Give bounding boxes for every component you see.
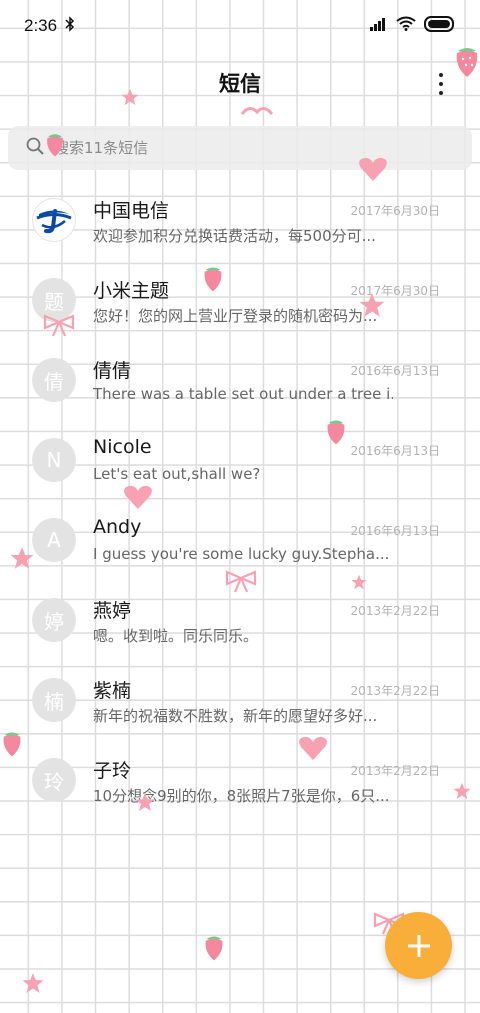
search-icon [26, 137, 44, 159]
star-icon [22, 973, 44, 993]
status-time: 2:36 [24, 16, 58, 35]
battery-icon [424, 15, 456, 37]
message-date: 2016年6月13日 [350, 444, 440, 458]
contact-name: 紫楠 [93, 680, 132, 702]
bow-icon [43, 314, 75, 337]
message-preview: 嗯。收到啦。同乐同乐。 [93, 627, 259, 645]
plus-icon [407, 934, 430, 957]
message-preview: Let's eat out,shall we? [93, 465, 261, 483]
conversation-row[interactable]: 倩 倩倩 2016年6月13日 There was a table set ou… [0, 340, 480, 420]
bow-icon [240, 107, 274, 115]
status-bar: 2:36 [0, 0, 480, 52]
contact-name: 燕婷 [93, 600, 132, 622]
contact-name: 倩倩 [93, 360, 132, 382]
star-icon [453, 782, 471, 800]
search-bar[interactable] [8, 126, 472, 170]
star-icon [121, 88, 139, 106]
avatar: N [32, 438, 76, 482]
signal-icon [370, 16, 388, 36]
status-icons [370, 15, 456, 37]
conversation-list: 中国电信 2017年6月30日 欢迎参加积分兑换话费活动，每500分可... 题… [0, 180, 480, 820]
search-input[interactable] [54, 139, 434, 157]
star-icon [359, 293, 385, 317]
message-date: 2013年2月22日 [350, 604, 440, 618]
avatar: A [32, 518, 76, 562]
avatar: 婷 [32, 598, 76, 642]
message-date: 2016年6月13日 [350, 524, 440, 538]
bluetooth-icon [65, 16, 75, 36]
message-date: 2013年2月22日 [350, 684, 440, 698]
strawberry-icon [3, 732, 21, 757]
heart-icon [299, 736, 327, 760]
contact-name: 小米主题 [93, 280, 170, 302]
message-date: 2013年2月22日 [350, 764, 440, 778]
conversation-row[interactable]: N Nicole 2016年6月13日 Let's eat out,shall … [0, 420, 480, 500]
avatar: 玲 [32, 758, 76, 802]
bow-icon [225, 570, 257, 593]
avatar: 倩 [32, 358, 76, 402]
message-preview: 新年的祝福数不胜数，新年的愿望好多好... [93, 707, 378, 725]
message-date: 2016年6月13日 [350, 364, 440, 378]
conversation-row[interactable]: A Andy 2016年6月13日 I guess you're some lu… [0, 500, 480, 580]
wifi-icon [396, 16, 416, 36]
new-message-button[interactable] [385, 912, 452, 979]
conversation-row[interactable]: 中国电信 2017年6月30日 欢迎参加积分兑换话费活动，每500分可... [0, 180, 480, 260]
contact-name: Andy [93, 516, 142, 538]
heart-icon [124, 485, 152, 509]
strawberry-icon [204, 267, 222, 292]
strawberry-icon [327, 420, 345, 445]
message-preview: There was a table set out under a tree i… [93, 385, 393, 403]
china-telecom-logo-icon [32, 198, 76, 242]
star-icon [10, 547, 34, 569]
conversation-row[interactable]: 楠 紫楠 2013年2月22日 新年的祝福数不胜数，新年的愿望好多好... [0, 660, 480, 740]
heart-icon [359, 157, 387, 181]
message-preview: I guess you're some lucky guy.Stepha... [93, 545, 390, 563]
avatar: 楠 [32, 678, 76, 722]
contact-name: 子玲 [93, 760, 132, 782]
star-icon [351, 574, 367, 590]
more-vertical-icon[interactable] [430, 70, 452, 98]
contact-name: Nicole [93, 436, 152, 458]
strawberry-icon [456, 48, 478, 77]
page-title: 短信 [219, 72, 261, 96]
strawberry-icon [205, 936, 223, 961]
strawberry-icon [47, 134, 63, 157]
contact-name: 中国电信 [93, 200, 170, 222]
header: 短信 [0, 60, 480, 108]
message-preview: 欢迎参加积分兑换话费活动，每500分可... [93, 227, 376, 245]
message-preview: 您好！您的网上营业厅登录的随机密码为... [93, 307, 378, 325]
message-date: 2017年6月30日 [350, 204, 440, 218]
conversation-row[interactable]: 玲 子玲 2013年2月22日 10分想念9别的你，8张照片7张是你，6只... [0, 740, 480, 820]
star-icon [135, 793, 155, 811]
